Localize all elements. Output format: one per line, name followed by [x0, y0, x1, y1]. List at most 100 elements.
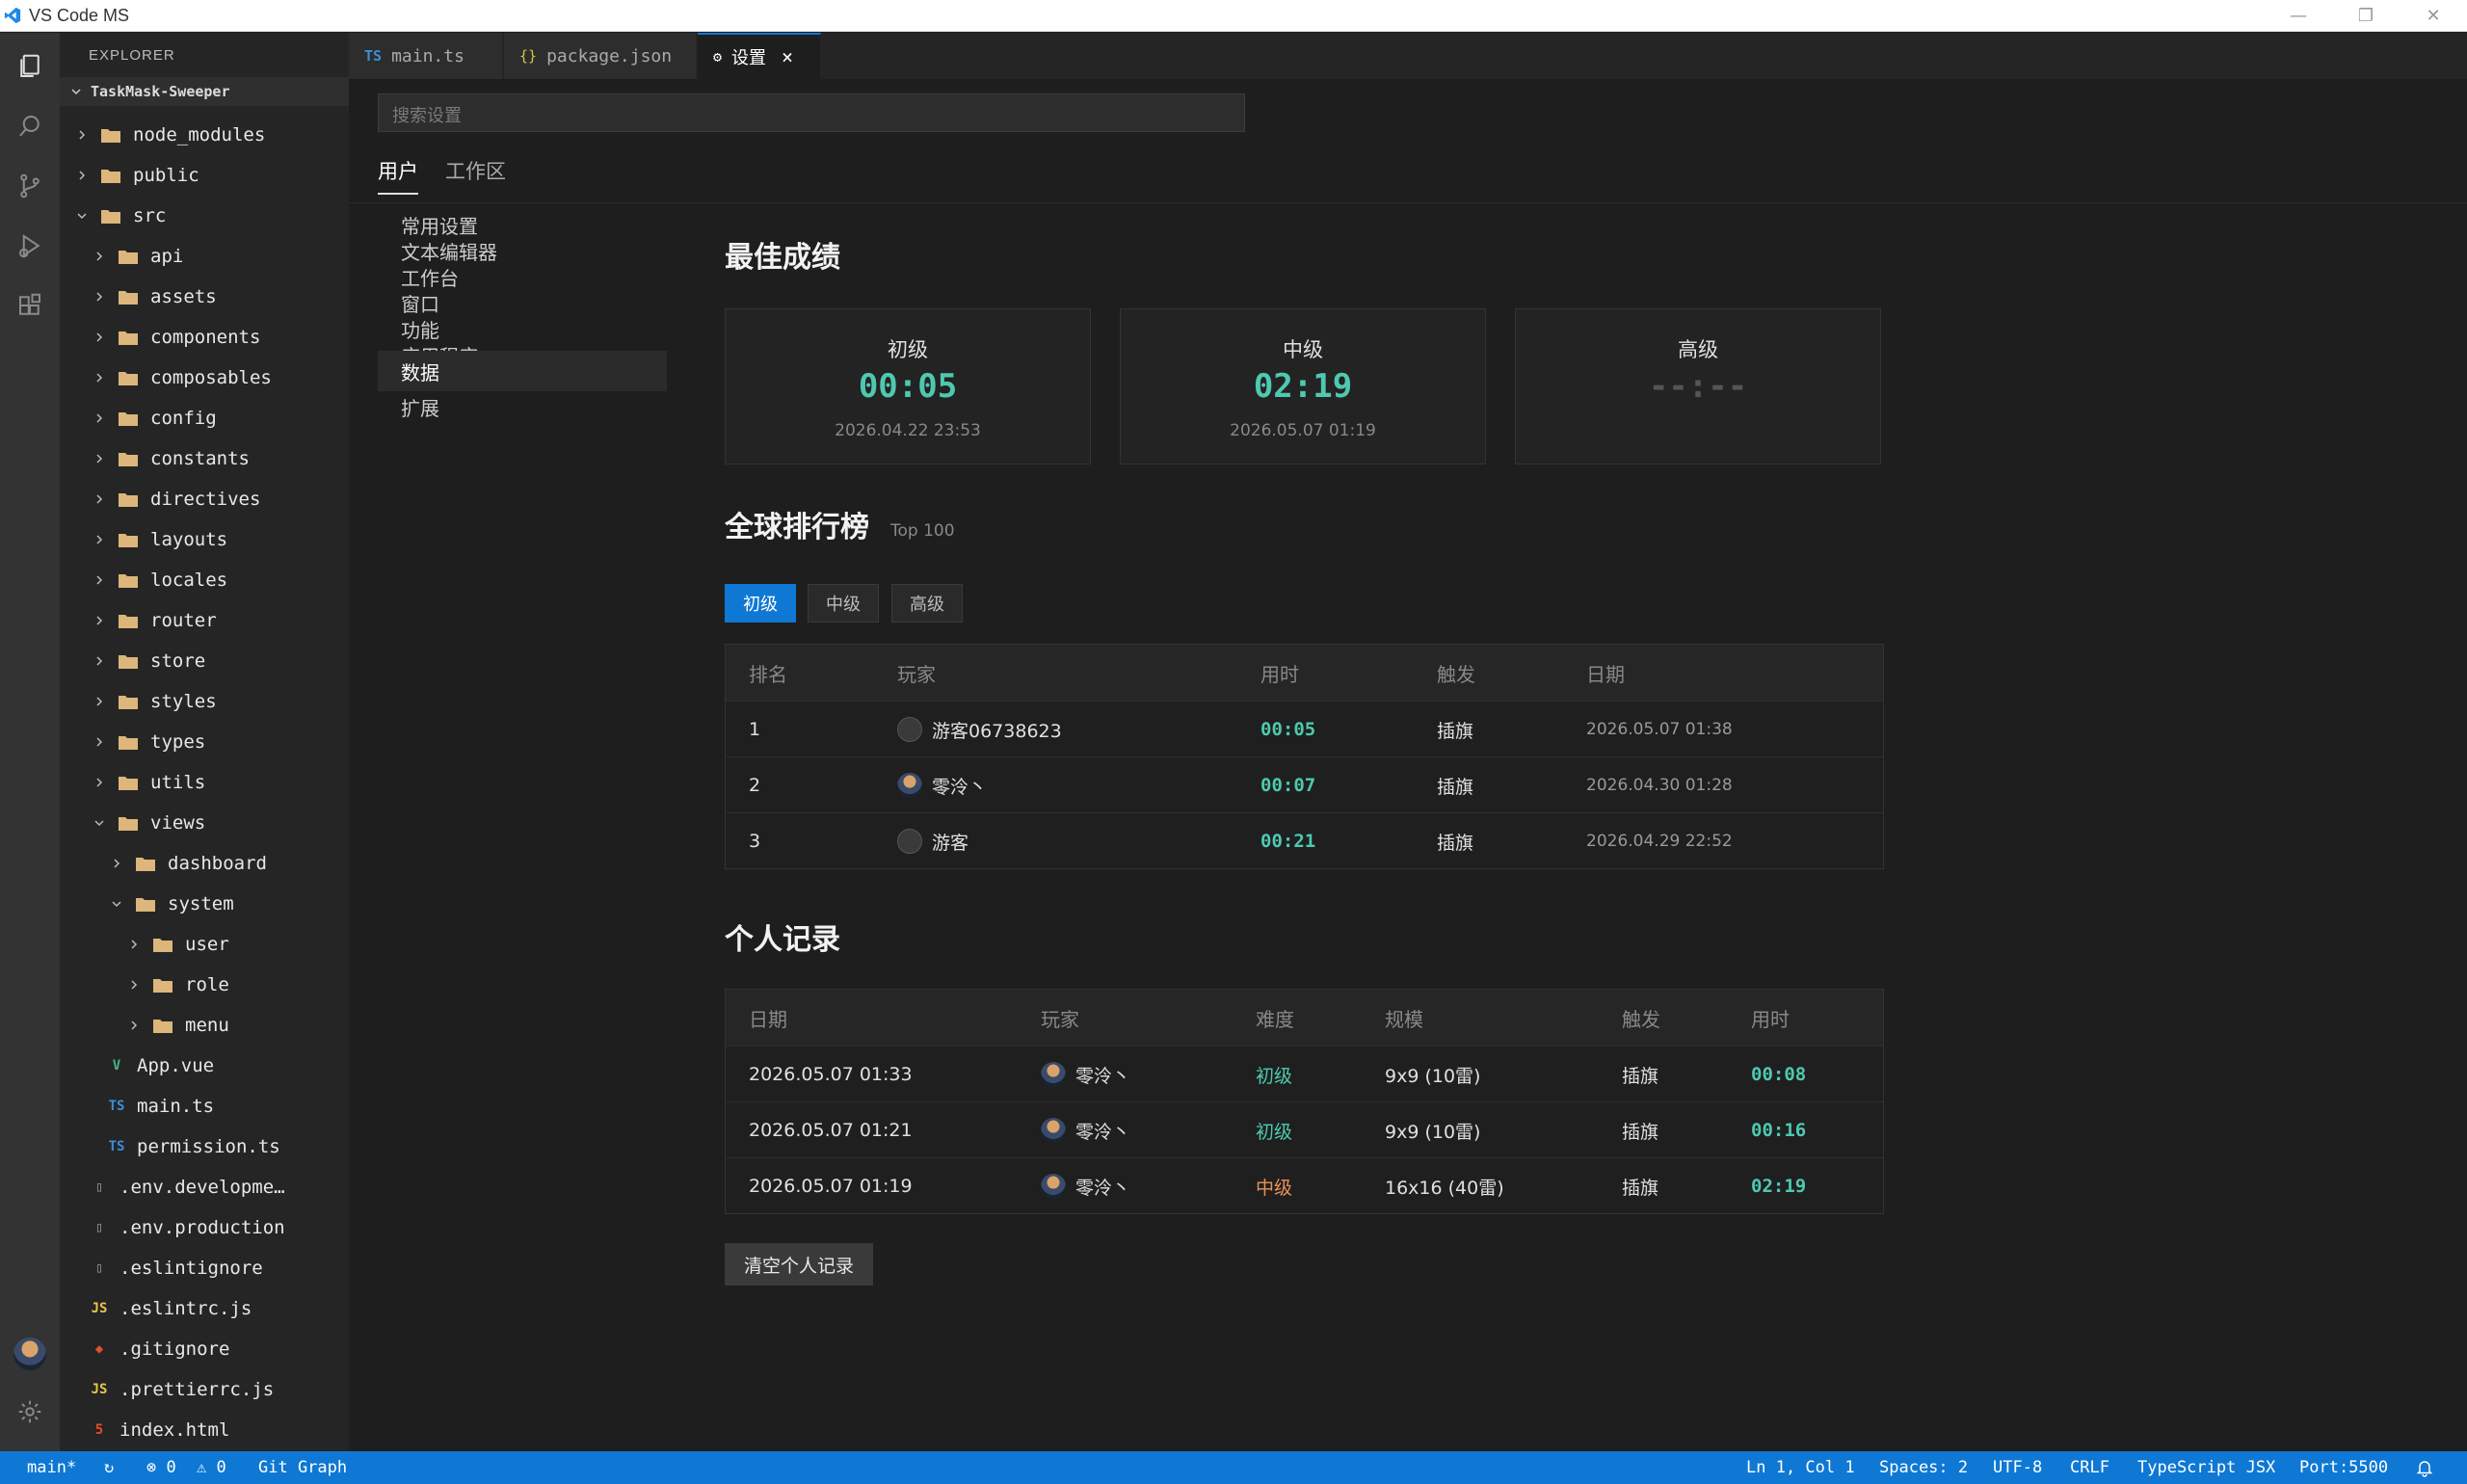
file-item[interactable]: 5 index.html: [60, 1410, 230, 1450]
folder-item[interactable]: node_modules: [60, 115, 265, 155]
date-cell: 2026.05.07 01:38: [1586, 720, 1733, 739]
language-mode[interactable]: TypeScript JSX: [2137, 1451, 2275, 1484]
folder-item[interactable]: dashboard: [60, 843, 267, 884]
settings-gear-icon[interactable]: [12, 1393, 48, 1430]
explorer-icon[interactable]: [12, 48, 48, 85]
extensions-icon[interactable]: [12, 287, 48, 324]
file-item[interactable]: TS main.ts: [60, 1086, 215, 1126]
cursor-position[interactable]: Ln 1, Col 1: [1746, 1451, 1855, 1484]
folder-icon: [119, 696, 138, 709]
settings-nav-item[interactable]: 扩展: [378, 394, 667, 420]
tab-workspace[interactable]: 工作区: [445, 156, 506, 193]
col-player: 玩家: [897, 662, 936, 686]
git-graph-button[interactable]: Git Graph: [258, 1451, 347, 1484]
tab-package-json[interactable]: {} package.json: [504, 33, 697, 79]
file-item[interactable]: ◆ .gitignore: [60, 1329, 230, 1369]
file-item[interactable]: ▯ .eslintignore: [60, 1248, 263, 1288]
settings-nav-item[interactable]: 常用设置: [378, 212, 667, 238]
file-item[interactable]: ▯ .env.developme…: [60, 1167, 285, 1207]
size-cell: 9x9 (10雷): [1385, 1065, 1481, 1087]
folder-item[interactable]: composables: [60, 358, 272, 398]
folder-item[interactable]: api: [60, 236, 183, 277]
time-cell: 00:21: [1260, 831, 1316, 852]
folder-item[interactable]: menu: [60, 1005, 229, 1046]
tree-item-label: public: [133, 165, 199, 186]
close-window-button[interactable]: ✕: [2400, 0, 2467, 32]
live-server-port[interactable]: Port:5500: [2299, 1451, 2388, 1484]
table-header: 排名 玩家 用时 触发 日期: [726, 645, 1883, 701]
file-item[interactable]: JS .eslintrc.js: [60, 1288, 252, 1329]
folder-item[interactable]: directives: [60, 479, 260, 519]
folder-item[interactable]: user: [60, 924, 229, 965]
folder-item[interactable]: locales: [60, 560, 227, 600]
folder-item[interactable]: system: [60, 884, 234, 924]
minimize-button[interactable]: —: [2265, 0, 2332, 32]
tab-close-button[interactable]: ×: [782, 45, 793, 68]
source-control-icon[interactable]: [12, 168, 48, 204]
settings-nav-item[interactable]: 功能: [378, 316, 667, 342]
project-root[interactable]: TaskMask-Sweeper: [60, 77, 349, 106]
line-ending[interactable]: CRLF: [2070, 1451, 2109, 1484]
run-debug-icon[interactable]: [12, 227, 48, 264]
level-filter-hard[interactable]: 高级: [891, 584, 963, 623]
account-avatar[interactable]: [12, 1336, 48, 1372]
folder-item[interactable]: layouts: [60, 519, 227, 560]
tab-settings[interactable]: ⚙ 设置 ×: [698, 33, 821, 79]
sync-icon[interactable]: ↻: [104, 1451, 114, 1484]
encoding[interactable]: UTF-8: [1993, 1451, 2042, 1484]
settings-nav-item[interactable]: 工作台: [378, 264, 667, 290]
folder-item[interactable]: src: [60, 196, 166, 236]
best-card-easy: 初级 00:05 2026.04.22 23:53: [725, 308, 1091, 464]
search-icon[interactable]: [12, 108, 48, 145]
folder-icon: [119, 534, 138, 547]
tab-user[interactable]: 用户: [378, 156, 418, 195]
col-trigger: 触发: [1437, 662, 1475, 686]
tree-item-label: menu: [185, 1015, 229, 1036]
settings-nav-item[interactable]: 窗口: [378, 290, 667, 316]
tree-item-label: store: [150, 650, 206, 672]
folder-item[interactable]: views: [60, 803, 205, 843]
file-item[interactable]: V App.vue: [60, 1046, 214, 1086]
settings-nav-item[interactable]: 文本编辑器: [378, 238, 667, 264]
file-item[interactable]: ▯ .env.production: [60, 1207, 285, 1248]
folder-item[interactable]: public: [60, 155, 199, 196]
branch-indicator[interactable]: main*: [27, 1451, 76, 1484]
folder-item[interactable]: store: [60, 641, 205, 681]
warnings-indicator[interactable]: ⚠ 0: [197, 1451, 226, 1484]
file-item[interactable]: TS permission.ts: [60, 1126, 280, 1167]
tree-item-label: assets: [150, 286, 217, 307]
settings-nav-item[interactable]: 数据: [378, 351, 667, 391]
difficulty-cell: 初级: [1256, 1121, 1293, 1143]
card-date: 2026.04.22 23:53: [835, 421, 981, 440]
level-filter-medium[interactable]: 中级: [808, 584, 879, 623]
folder-item[interactable]: assets: [60, 277, 217, 317]
date-cell: 2026.05.07 01:33: [749, 1064, 913, 1085]
chevron-right-icon: [96, 656, 103, 666]
best-scores-title: 最佳成绩: [725, 241, 840, 275]
errors-indicator[interactable]: ⊗ 0: [146, 1451, 176, 1484]
chevron-right-icon: [96, 292, 103, 302]
folder-item[interactable]: router: [60, 600, 217, 641]
folder-item[interactable]: config: [60, 398, 217, 438]
folder-icon: [119, 574, 138, 588]
restore-button[interactable]: ❐: [2332, 0, 2400, 32]
indentation[interactable]: Spaces: 2: [1879, 1451, 1968, 1484]
folder-item[interactable]: constants: [60, 438, 250, 479]
chevron-right-icon: [79, 130, 86, 140]
file-item[interactable]: JS .prettierrc.js: [60, 1369, 275, 1410]
folder-item[interactable]: role: [60, 965, 229, 1005]
folder-item[interactable]: types: [60, 722, 205, 762]
tree-item-label: .env.developme…: [119, 1177, 285, 1198]
clear-records-button[interactable]: 清空个人记录: [725, 1243, 874, 1285]
folder-icon: [136, 898, 155, 912]
folder-item[interactable]: utils: [60, 762, 205, 803]
notifications-bell-icon[interactable]: [2415, 1451, 2434, 1484]
folder-icon: [119, 331, 138, 345]
level-filter-easy[interactable]: 初级: [725, 584, 796, 623]
tab-main-ts[interactable]: TS main.ts: [349, 33, 503, 79]
settings-search-input[interactable]: 搜索设置: [378, 93, 1245, 132]
folder-item[interactable]: components: [60, 317, 260, 358]
window-title: VS Code MS: [29, 6, 130, 25]
folder-item[interactable]: styles: [60, 681, 217, 722]
card-level: 高级: [1678, 338, 1718, 361]
